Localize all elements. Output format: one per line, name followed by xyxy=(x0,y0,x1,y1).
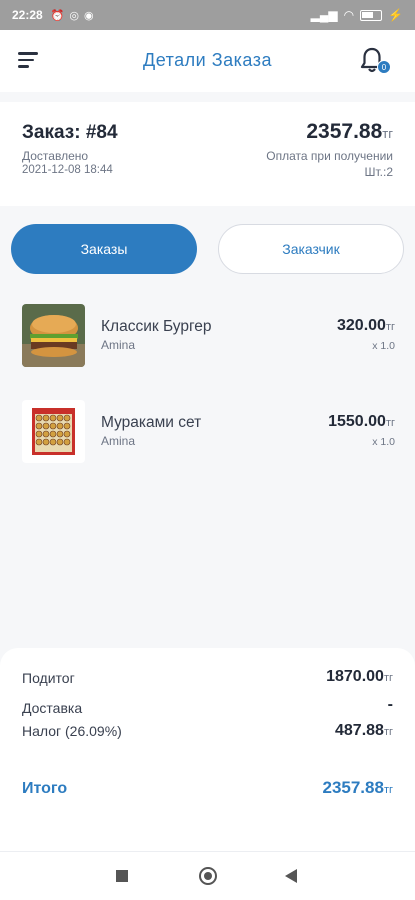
item-quantity: x 1.0 xyxy=(372,340,395,352)
home-button[interactable] xyxy=(199,867,217,885)
status-system-icons: ▂▄▆ ◠ ⚡ xyxy=(311,8,403,22)
payment-method: Оплата при получении xyxy=(266,149,393,163)
item-price: 320.00тг xyxy=(337,317,395,334)
total-label: Итого xyxy=(22,780,68,797)
item-quantity: x 1.0 xyxy=(372,436,395,448)
sushi-set-image xyxy=(22,400,85,463)
app-icon: ◉ xyxy=(84,9,94,22)
system-nav-bar xyxy=(0,851,415,900)
list-item[interactable]: Мураками сет Amina 1550.00тг x 1.0 xyxy=(0,394,415,490)
status-notification-icons: ⏰ ◎ ◉ xyxy=(51,9,94,22)
back-button[interactable] xyxy=(285,869,297,883)
charging-icon: ⚡ xyxy=(388,8,403,22)
currency-label: тг xyxy=(382,126,393,141)
notifications-button[interactable]: 0 xyxy=(359,46,391,74)
battery-icon xyxy=(360,9,383,21)
totals-panel: Подитог 1870.00тг Доставка - Налог (26.0… xyxy=(0,648,415,851)
item-price: 1550.00тг xyxy=(328,413,395,430)
app-header: Детали Заказа 0 xyxy=(0,30,415,92)
item-name: Мураками сет xyxy=(101,414,202,431)
total-value: 2357.88тг xyxy=(322,778,393,797)
tab-orders[interactable]: Заказы xyxy=(11,224,197,274)
recents-button[interactable] xyxy=(116,870,128,882)
item-name: Классик Бургер xyxy=(101,318,212,335)
tax-value: 487.88тг xyxy=(335,722,393,739)
subtotal-label: Подитог xyxy=(22,670,75,686)
alarm-icon: ⏰ xyxy=(50,9,65,22)
signal-icon: ▂▄▆ xyxy=(310,8,338,22)
notification-badge: 0 xyxy=(377,60,391,74)
delivery-label: Доставка xyxy=(22,700,83,716)
whatsapp-icon: ◎ xyxy=(69,9,80,22)
order-total: 2357.88тг xyxy=(306,120,393,143)
subtotal-value: 1870.00тг xyxy=(326,668,393,685)
burger-image xyxy=(22,304,85,367)
order-date: 2021-12-08 18:44 xyxy=(22,164,113,176)
list-item[interactable]: Классик Бургер Amina 320.00тг x 1.0 xyxy=(0,298,415,394)
order-number: Заказ: #84 xyxy=(22,122,118,143)
order-items-list: Классик Бургер Amina 320.00тг x 1.0 Мура… xyxy=(0,298,415,490)
delivery-value: - xyxy=(387,696,393,713)
tax-label: Налог (26.09%) xyxy=(22,723,122,739)
page-title: Детали Заказа xyxy=(143,50,272,70)
status-time: 22:28 xyxy=(12,8,43,22)
order-quantity: Шт.:2 xyxy=(364,165,393,179)
item-store: Amina xyxy=(101,338,136,352)
wifi-icon: ◠ xyxy=(343,8,355,22)
status-bar: 22:28 ⏰ ◎ ◉ ▂▄▆ ◠ ⚡ xyxy=(0,0,415,30)
order-summary-card: Заказ: #84 Доставлено 2021-12-08 18:44 2… xyxy=(0,102,415,206)
order-status: Доставлено xyxy=(22,149,89,163)
tab-customer[interactable]: Заказчик xyxy=(218,224,404,274)
item-store: Amina xyxy=(101,434,136,448)
